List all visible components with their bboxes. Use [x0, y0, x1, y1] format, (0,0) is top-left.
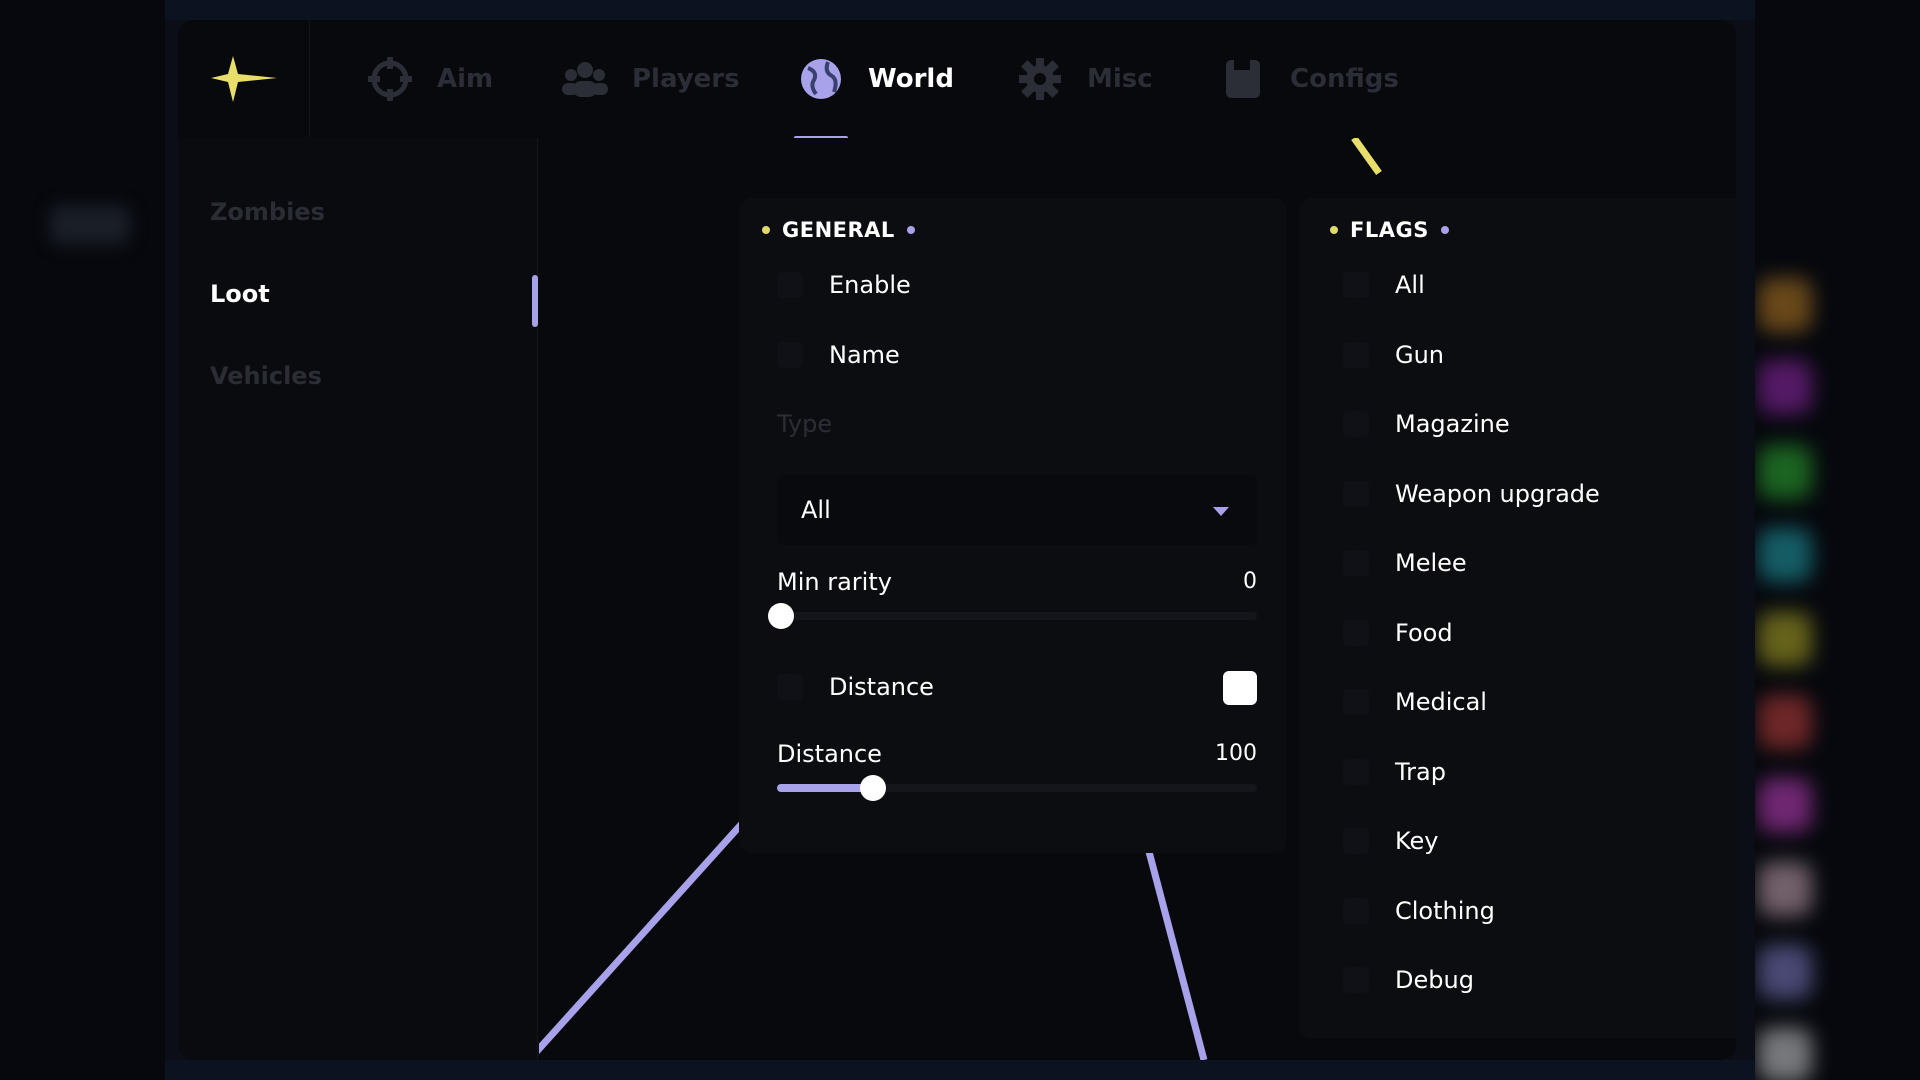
distance-toggle-row[interactable]: Distance	[777, 673, 934, 701]
flag-label: Trap	[1395, 757, 1446, 786]
sidebar-item-loot[interactable]: Loot	[210, 280, 270, 308]
flag-label: Melee	[1395, 549, 1467, 577]
flag-checkbox[interactable]	[1343, 758, 1369, 785]
min-rarity-slider-handle[interactable]	[768, 603, 794, 629]
type-label: Type	[777, 410, 833, 438]
flag-label: Weapon upgrade	[1395, 479, 1600, 508]
flag-row[interactable]: Gun	[1343, 341, 1444, 369]
flag-label: Gun	[1395, 340, 1445, 369]
tab-players-label: Players	[632, 64, 740, 94]
enable-checkbox[interactable]	[777, 272, 803, 298]
logo	[178, 20, 310, 138]
type-dropdown-value: All	[801, 496, 831, 524]
general-panel: GENERAL Enable Name Type All Min rarity …	[739, 198, 1287, 853]
distance-color-swatch[interactable]	[1223, 671, 1257, 705]
min-rarity-value: 0	[1243, 569, 1257, 594]
flag-checkbox[interactable]	[1343, 967, 1369, 993]
sidebar-active-indicator	[532, 275, 538, 327]
flag-checkbox[interactable]	[1343, 341, 1369, 368]
flag-row[interactable]: Melee	[1343, 549, 1467, 577]
tab-world-label: World	[868, 64, 954, 94]
flag-row[interactable]: Magazine	[1343, 410, 1510, 438]
sparkle-star-icon	[210, 56, 277, 102]
tab-misc[interactable]: Misc	[1017, 20, 1153, 138]
tab-misc-label: Misc	[1087, 64, 1153, 94]
flags-panel: FLAGS All Gun Magazine Weapon upgrade Melee F…	[1299, 198, 1736, 1038]
flag-checkbox[interactable]	[1343, 411, 1369, 437]
background-left	[0, 0, 165, 1080]
title-dot-right	[1440, 226, 1449, 234]
distance-slider-label: Distance	[777, 740, 882, 768]
tab-world[interactable]: World	[798, 20, 954, 138]
flag-row[interactable]: Key	[1343, 827, 1439, 855]
flag-label: Key	[1395, 827, 1439, 855]
tab-aim-label: Aim	[437, 64, 494, 94]
flag-label: Food	[1395, 618, 1453, 647]
top-nav-bar: Aim Players World Misc Configs	[178, 20, 1736, 140]
flag-row[interactable]: Trap	[1343, 758, 1446, 786]
tab-players[interactable]: Players	[562, 20, 740, 138]
flag-checkbox[interactable]	[1343, 689, 1369, 715]
general-title-text: GENERAL	[782, 218, 895, 242]
title-dot-left	[1330, 226, 1338, 234]
distance-slider[interactable]	[777, 775, 1257, 801]
distance-toggle-label: Distance	[829, 673, 934, 701]
min-rarity-slider[interactable]	[768, 603, 1257, 629]
enable-label: Enable	[829, 271, 911, 299]
window-frame-top	[165, 0, 1755, 20]
globe-icon	[798, 56, 844, 102]
flags-panel-title: FLAGS	[1330, 218, 1449, 242]
general-panel-title: GENERAL	[762, 218, 915, 242]
flag-row[interactable]: Food	[1343, 619, 1453, 647]
distance-checkbox[interactable]	[777, 674, 803, 700]
title-dot-left	[762, 226, 770, 234]
name-label: Name	[829, 341, 900, 369]
flag-checkbox[interactable]	[1343, 480, 1369, 507]
tab-configs-label: Configs	[1290, 64, 1399, 94]
tab-configs[interactable]: Configs	[1220, 20, 1399, 138]
flag-checkbox[interactable]	[1343, 619, 1369, 646]
flag-label: All	[1395, 271, 1425, 299]
tab-aim[interactable]: Aim	[367, 20, 493, 138]
type-dropdown[interactable]: All	[777, 475, 1257, 545]
enable-row[interactable]: Enable	[777, 271, 911, 299]
save-icon	[1220, 56, 1266, 102]
flag-label: Magazine	[1395, 410, 1510, 438]
distance-slider-value: 100	[1215, 741, 1257, 766]
name-row[interactable]: Name	[777, 341, 900, 369]
crosshair-icon	[367, 56, 413, 102]
flag-checkbox[interactable]	[1343, 550, 1369, 576]
menu-window: Aim Players World Misc Configs Zombies L…	[178, 20, 1736, 1060]
flag-checkbox[interactable]	[1343, 897, 1369, 924]
name-checkbox[interactable]	[777, 342, 803, 368]
min-rarity-label: Min rarity	[777, 568, 892, 596]
users-icon	[562, 56, 608, 102]
background-right	[1755, 0, 1920, 1080]
flag-row[interactable]: Weapon upgrade	[1343, 480, 1600, 508]
flag-row[interactable]: Clothing	[1343, 897, 1495, 925]
title-dot-right	[906, 226, 915, 234]
window-frame-bottom	[165, 1060, 1755, 1080]
flag-row[interactable]: Debug	[1343, 966, 1474, 994]
chevron-down-icon	[1213, 507, 1229, 516]
flag-checkbox[interactable]	[1343, 828, 1369, 854]
flag-row[interactable]: Medical	[1343, 688, 1487, 716]
flag-row[interactable]: All	[1343, 271, 1425, 299]
flag-label: Clothing	[1395, 896, 1495, 925]
sidebar: Zombies Loot Vehicles	[178, 138, 538, 1060]
flag-label: Debug	[1395, 966, 1474, 994]
sidebar-item-zombies[interactable]: Zombies	[210, 198, 325, 226]
distance-slider-fill	[777, 784, 873, 792]
content-area: GENERAL Enable Name Type All Min rarity …	[539, 138, 1736, 1060]
sidebar-item-vehicles[interactable]: Vehicles	[210, 362, 322, 390]
distance-slider-handle[interactable]	[860, 775, 886, 801]
flags-title-text: FLAGS	[1350, 218, 1429, 242]
flag-checkbox[interactable]	[1343, 272, 1369, 298]
gear-icon	[1017, 56, 1063, 102]
flag-label: Medical	[1395, 688, 1487, 716]
